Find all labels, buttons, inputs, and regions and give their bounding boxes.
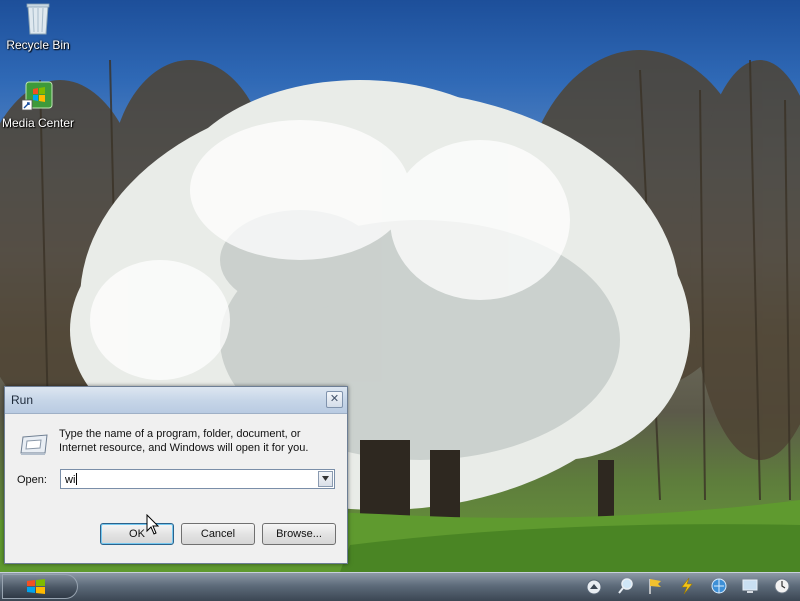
mouse-cursor-icon [146, 514, 160, 535]
close-button[interactable]: ✕ [326, 391, 343, 408]
run-dialog-description: Type the name of a program, folder, docu… [59, 428, 309, 454]
tray-power[interactable] [678, 576, 696, 596]
tray-clock[interactable] [773, 576, 791, 596]
clock-icon [774, 578, 790, 594]
desktop-icon-media-center[interactable]: Media Center [0, 80, 76, 130]
display-icon [742, 579, 758, 593]
run-dialog-titlebar[interactable]: Run ✕ [5, 387, 347, 414]
tray-search[interactable] [617, 576, 635, 596]
desktop-icon-label: Recycle Bin [6, 38, 70, 52]
open-input-value: wi [65, 474, 76, 486]
power-icon [681, 577, 693, 595]
start-button[interactable] [2, 574, 78, 599]
tray-display[interactable] [741, 576, 759, 596]
close-icon: ✕ [329, 393, 340, 405]
run-dialog: Run ✕ Type the name of a program, folder… [4, 386, 348, 564]
run-dialog-title: Run [11, 393, 34, 407]
show-hidden-icons-icon [586, 579, 602, 595]
open-dropdown-button[interactable] [318, 471, 333, 487]
browse-button[interactable]: Browse... [262, 523, 336, 545]
windows-logo-icon [27, 579, 45, 594]
search-icon [618, 578, 633, 594]
taskbar [0, 572, 800, 601]
ok-button[interactable]: OK [100, 523, 174, 545]
desktop-icon-recycle-bin[interactable]: Recycle Bin [0, 2, 76, 52]
media-center-icon [21, 80, 54, 114]
chevron-down-icon [322, 476, 329, 481]
open-label: Open: [17, 474, 47, 486]
show-hidden-icons-button[interactable] [585, 576, 603, 596]
text-caret [76, 473, 78, 485]
network-icon [711, 578, 727, 594]
flag-icon [649, 579, 661, 594]
tray-action-center[interactable] [646, 576, 664, 596]
run-program-icon [19, 431, 51, 457]
recycle-bin-icon [22, 2, 54, 36]
desktop-icon-label: Media Center [1, 116, 75, 130]
cancel-button[interactable]: Cancel [181, 523, 255, 545]
tray-network[interactable] [710, 576, 728, 596]
open-input[interactable]: wi [65, 473, 78, 486]
open-combobox[interactable]: wi [60, 469, 335, 489]
